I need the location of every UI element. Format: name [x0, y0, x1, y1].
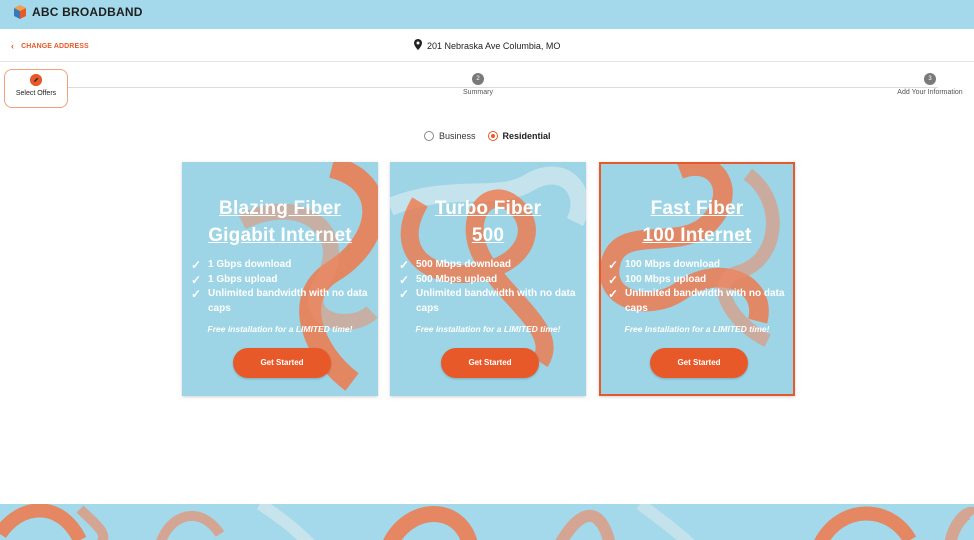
step-label: Add Your Information	[897, 89, 963, 96]
ribbon-decoration	[0, 504, 974, 540]
pencil-icon	[30, 74, 42, 86]
promo-text: Free Installation for a LIMITED time!	[624, 324, 770, 334]
top-header: ABC BROADBAND	[0, 0, 974, 29]
offer-title: Turbo Fiber 500	[434, 198, 542, 246]
footer-decoration	[0, 504, 974, 540]
customer-type-toggle: Business Residential	[424, 131, 563, 141]
cube-logo-icon	[12, 4, 28, 20]
step-number: 3	[924, 73, 936, 85]
get-started-button[interactable]: Get Started	[233, 348, 331, 378]
offer-card-fast-fiber[interactable]: Fast Fiber100 Internet 100 Mbps download…	[599, 162, 795, 396]
feature-list: 100 Mbps download 100 Mbps upload Unlimi…	[608, 258, 793, 316]
residential-radio[interactable]	[487, 131, 498, 141]
progress-stepper: Select Offers 2 Summary 3 Add Your Infor…	[0, 62, 974, 114]
business-option[interactable]: Business	[424, 131, 476, 141]
brand-logo[interactable]: ABC BROADBAND	[12, 4, 143, 20]
feature-list: 1 Gbps download 1 Gbps upload Unlimited …	[191, 258, 377, 316]
feature-item: 500 Mbps upload	[399, 273, 585, 288]
feature-item: 100 Mbps download	[608, 258, 793, 273]
residential-label: Residential	[502, 131, 551, 141]
service-address: 201 Nebraska Ave Columbia, MO	[414, 39, 560, 52]
offer-title: Fast Fiber 100 Internet	[642, 198, 752, 246]
promo-text: Free Installation for a LIMITED time!	[207, 324, 353, 334]
step-label: Select Offers	[15, 90, 57, 97]
brand-name: ABC BROADBAND	[32, 5, 143, 19]
change-address-link[interactable]: ‹ CHANGE ADDRESS	[11, 41, 89, 51]
business-label: Business	[439, 131, 476, 141]
step-select-offers[interactable]: Select Offers	[4, 69, 68, 108]
chevron-left-icon: ‹	[11, 41, 15, 51]
offer-card-turbo-fiber[interactable]: Turbo Fiber500 500 Mbps download 500 Mbp…	[390, 162, 586, 396]
map-pin-icon	[414, 39, 422, 52]
offer-title: Blazing Fiber Gigabit Internet	[208, 198, 352, 246]
feature-item: 500 Mbps download	[399, 258, 585, 273]
step-summary[interactable]: 2 Summary	[448, 69, 508, 96]
feature-item: Unlimited bandwidth with no data caps	[608, 287, 793, 316]
get-started-button[interactable]: Get Started	[441, 348, 539, 378]
get-started-button[interactable]: Get Started	[650, 348, 748, 378]
step-add-information[interactable]: 3 Add Your Information	[886, 69, 974, 96]
offer-card-blazing-fiber[interactable]: Blazing FiberGigabit Internet 1 Gbps dow…	[182, 162, 378, 396]
feature-item: 1 Gbps upload	[191, 273, 377, 288]
step-label: Summary	[463, 89, 493, 96]
business-radio[interactable]	[424, 131, 434, 141]
feature-item: 1 Gbps download	[191, 258, 377, 273]
step-number: 2	[472, 73, 484, 85]
feature-item: Unlimited bandwidth with no data caps	[191, 287, 377, 316]
feature-list: 500 Mbps download 500 Mbps upload Unlimi…	[399, 258, 585, 316]
address-bar: ‹ CHANGE ADDRESS 201 Nebraska Ave Columb…	[0, 29, 974, 62]
address-text: 201 Nebraska Ave Columbia, MO	[427, 40, 561, 51]
change-address-label: CHANGE ADDRESS	[21, 42, 89, 50]
promo-text: Free Installation for a LIMITED time!	[415, 324, 561, 334]
residential-option[interactable]: Residential	[487, 131, 551, 141]
feature-item: Unlimited bandwidth with no data caps	[399, 287, 585, 316]
feature-item: 100 Mbps upload	[608, 273, 793, 288]
